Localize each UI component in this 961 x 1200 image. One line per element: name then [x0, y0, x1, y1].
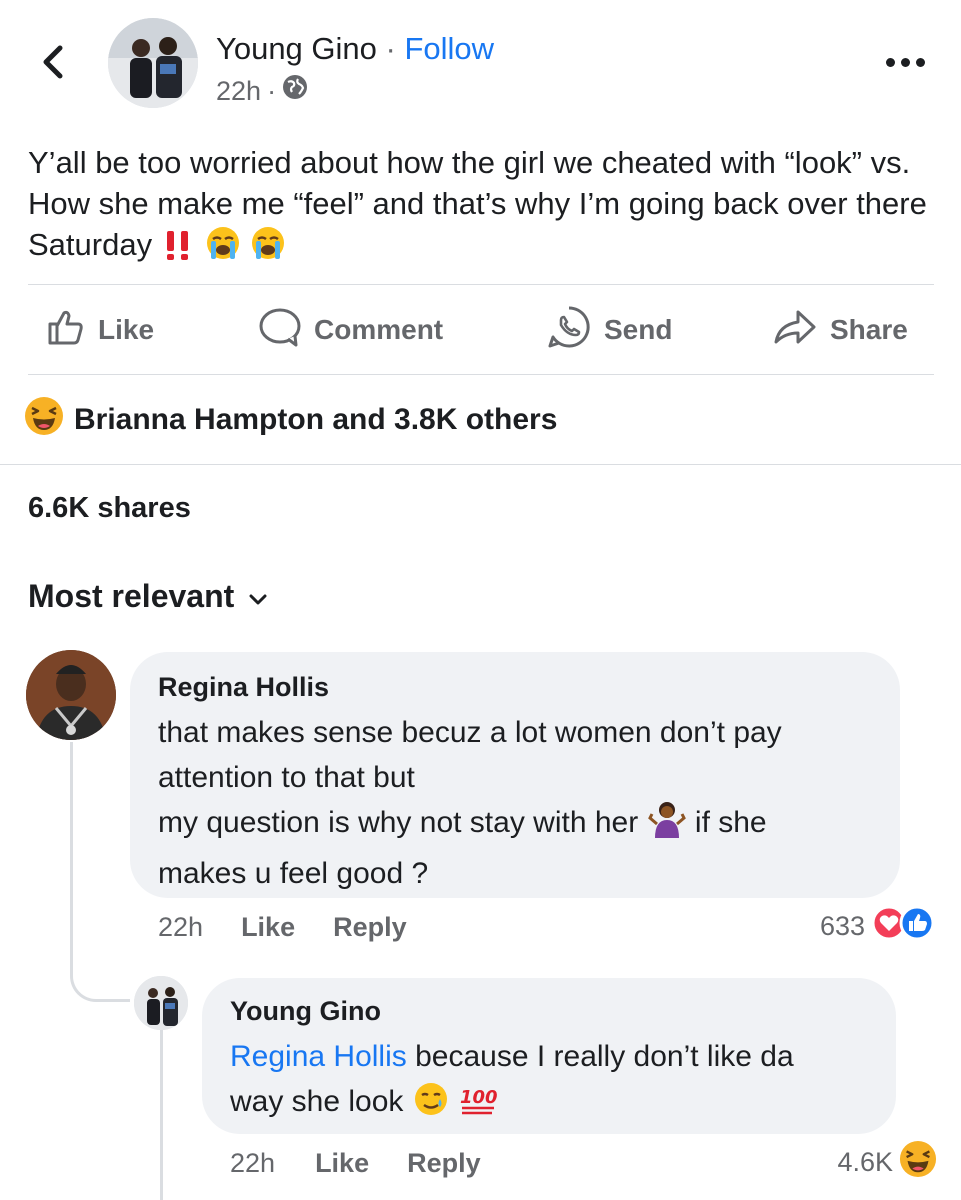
- author-name[interactable]: Young Gino: [216, 31, 377, 66]
- more-options-icon[interactable]: [885, 52, 925, 72]
- reply-like-button[interactable]: Like: [315, 1148, 369, 1179]
- follow-button[interactable]: Follow: [404, 31, 494, 66]
- loudly-crying-emoji-icon: [250, 225, 286, 271]
- comment-action-button[interactable]: Comment: [258, 286, 443, 374]
- comment-reaction-count[interactable]: 633: [820, 905, 935, 948]
- comment-line: way she look 100: [230, 1079, 868, 1130]
- comment-action-label: Comment: [314, 314, 444, 345]
- share-action-button[interactable]: Share: [772, 286, 908, 374]
- separator-dot: ·: [385, 31, 396, 66]
- reply-time[interactable]: 22h: [230, 1148, 275, 1179]
- reaction-icons: [871, 905, 935, 948]
- shares-count[interactable]: 6.6K shares: [28, 492, 191, 525]
- reply-bubble: Young Gino Regina Hollis because I reall…: [202, 978, 896, 1134]
- person-shrugging-emoji-icon: [647, 800, 687, 851]
- mention-link[interactable]: Regina Hollis: [230, 1040, 407, 1073]
- post-text: Y’all be too worried about how the girl …: [28, 142, 928, 271]
- comment-line: makes u feel good ?: [158, 857, 429, 890]
- send-action-button[interactable]: Send: [546, 286, 672, 374]
- like-action-label: Like: [98, 314, 155, 345]
- haha-reaction-icon: [24, 396, 64, 444]
- chevron-down-icon: [248, 578, 268, 615]
- reply-thread-line: [70, 742, 130, 1002]
- comment-bubble-icon: [258, 307, 302, 354]
- smiling-with-tear-emoji-icon: [412, 1081, 450, 1130]
- like-action-button[interactable]: Like: [46, 286, 154, 374]
- comment-author[interactable]: Regina Hollis: [158, 670, 872, 704]
- globe-icon: [282, 74, 308, 108]
- post-meta: 22h ·: [216, 74, 308, 108]
- whatsapp-icon: [546, 304, 592, 357]
- author-line: Young Gino · Follow: [216, 30, 494, 68]
- loudly-crying-emoji-icon: [205, 225, 241, 271]
- comment-footer: 22h Like Reply: [158, 910, 407, 944]
- reply-reaction-count[interactable]: 4.6K: [837, 1140, 937, 1185]
- comment-line: that makes sense becuz a lot women don’t…: [158, 716, 782, 749]
- reply-footer: 22h Like Reply: [230, 1146, 481, 1180]
- share-action-label: Share: [830, 314, 908, 345]
- comment-time[interactable]: 22h: [158, 912, 203, 943]
- post-header: Young Gino · Follow 22h ·: [0, 0, 961, 120]
- svg-text:100: 100: [460, 1087, 498, 1108]
- comment-line: my question is why not stay with her if …: [158, 800, 872, 851]
- divider: [0, 464, 961, 465]
- reply-author-avatar[interactable]: [134, 976, 188, 1030]
- like-reaction-icon: [899, 905, 935, 948]
- comment-like-button[interactable]: Like: [241, 912, 295, 943]
- divider: [28, 284, 934, 285]
- double-exclamation-emoji-icon: [161, 229, 197, 271]
- comment-line: attention to that but: [158, 761, 415, 794]
- meta-dot: ·: [267, 76, 277, 106]
- commenter-avatar[interactable]: [26, 650, 116, 740]
- reaction-summary[interactable]: Brianna Hampton and 3.8K others: [24, 396, 557, 444]
- comment-bubble: Regina Hollis that makes sense becuz a l…: [130, 652, 900, 898]
- reply-reply-button[interactable]: Reply: [407, 1148, 481, 1179]
- comment-sort-dropdown[interactable]: Most relevant: [28, 578, 268, 615]
- haha-reaction-icon: [899, 1140, 937, 1185]
- post-action-bar: Like Comment Send Share: [0, 286, 961, 374]
- reply-author[interactable]: Young Gino: [230, 994, 868, 1028]
- reaction-summary-text: Brianna Hampton and 3.8K others: [74, 403, 558, 436]
- back-arrow-icon[interactable]: [36, 42, 70, 82]
- comment-line: Regina Hollis because I really don’t lik…: [230, 1040, 794, 1073]
- send-action-label: Send: [604, 314, 673, 345]
- thumbs-up-icon: [46, 307, 86, 354]
- author-avatar[interactable]: [108, 18, 198, 108]
- share-arrow-icon: [772, 307, 818, 354]
- reply-text: Regina Hollis because I really don’t lik…: [230, 1034, 868, 1130]
- sort-label: Most relevant: [28, 578, 235, 614]
- post-time[interactable]: 22h: [216, 74, 261, 108]
- divider: [28, 374, 934, 375]
- comment-text: that makes sense becuz a lot women don’t…: [158, 710, 872, 896]
- hundred-points-emoji-icon: 100: [458, 1081, 498, 1130]
- reply-thread-line: [160, 1028, 163, 1200]
- comment-reply-button[interactable]: Reply: [333, 912, 407, 943]
